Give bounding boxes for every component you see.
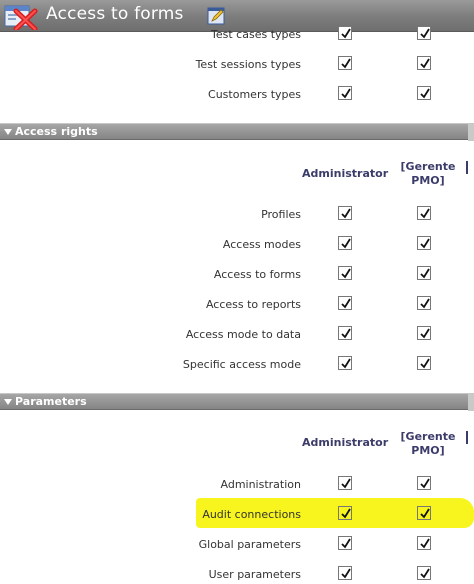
section-edge [468, 394, 474, 411]
checkbox[interactable] [338, 236, 352, 250]
column-header-gerente-pmo: [Gerente PMO] [396, 430, 460, 458]
checkbox[interactable] [338, 56, 352, 70]
column-header-administrator: Administrator [302, 436, 389, 449]
checkbox[interactable] [338, 566, 352, 580]
list-item: Access to forms [0, 260, 474, 290]
checkbox[interactable] [417, 296, 431, 310]
list-item: Access mode to data [0, 320, 474, 350]
row-label: Access mode to data [185, 328, 301, 341]
checkbox[interactable] [338, 26, 352, 40]
row-label: Test sessions types [195, 58, 301, 71]
section-header-access-rights[interactable]: Access rights [0, 123, 474, 141]
list-item: Audit connections [0, 500, 474, 530]
checkbox[interactable] [338, 206, 352, 220]
checkbox[interactable] [417, 86, 431, 100]
checkbox[interactable] [338, 266, 352, 280]
row-label: Administration [220, 478, 302, 491]
checkbox[interactable] [338, 476, 352, 490]
row-label: Access to forms [213, 268, 301, 281]
checkbox[interactable] [417, 536, 431, 550]
checkbox[interactable] [338, 506, 352, 520]
checkbox[interactable] [417, 476, 431, 490]
section-title: Parameters [15, 395, 87, 408]
list-item: User parameters [0, 560, 474, 584]
row-label: User parameters [208, 568, 301, 581]
row-label: Audit connections [202, 508, 301, 521]
column-header-line: PMO] [411, 174, 445, 187]
checkbox[interactable] [338, 326, 352, 340]
checkbox[interactable] [417, 206, 431, 220]
row-label: Test cases types [211, 28, 301, 41]
list-item: Access modes [0, 230, 474, 260]
section-edge [468, 124, 474, 141]
checkbox[interactable] [417, 26, 431, 40]
checkbox[interactable] [338, 296, 352, 310]
column-header-gerente-pmo: [Gerente PMO] [396, 160, 460, 188]
triangle-down-icon [4, 399, 12, 405]
list-item: Global parameters [0, 530, 474, 560]
list-item: Test cases types [0, 20, 474, 50]
triangle-down-icon [4, 129, 12, 135]
checkbox[interactable] [338, 356, 352, 370]
section-title: Access rights [15, 125, 98, 138]
checkbox[interactable] [417, 266, 431, 280]
list-item: Customers types [0, 80, 474, 110]
checkbox[interactable] [417, 236, 431, 250]
checkbox[interactable] [417, 356, 431, 370]
checkbox[interactable] [338, 86, 352, 100]
row-label: Global parameters [198, 538, 301, 551]
checkbox[interactable] [417, 326, 431, 340]
list-item: Access to reports [0, 290, 474, 320]
section-header-parameters[interactable]: Parameters [0, 393, 474, 411]
column-header-line: [Gerente [400, 430, 456, 443]
column-separator [466, 161, 468, 174]
list-item: Specific access mode [0, 350, 474, 380]
list-item: Administration [0, 470, 474, 500]
row-label: Access to reports [205, 298, 301, 311]
row-label: Specific access mode [182, 358, 301, 371]
list-item: Test sessions types [0, 50, 474, 80]
column-header-line: [Gerente [400, 160, 456, 173]
row-label: Access modes [222, 238, 301, 251]
row-label: Customers types [208, 88, 301, 101]
column-header-administrator: Administrator [302, 167, 389, 180]
checkbox[interactable] [338, 536, 352, 550]
list-item: Profiles [0, 200, 474, 230]
checkbox[interactable] [417, 56, 431, 70]
row-label: Profiles [261, 208, 301, 221]
checkbox[interactable] [417, 566, 431, 580]
column-separator [466, 431, 468, 444]
checkbox[interactable] [417, 506, 431, 520]
column-header-line: PMO] [411, 444, 445, 457]
